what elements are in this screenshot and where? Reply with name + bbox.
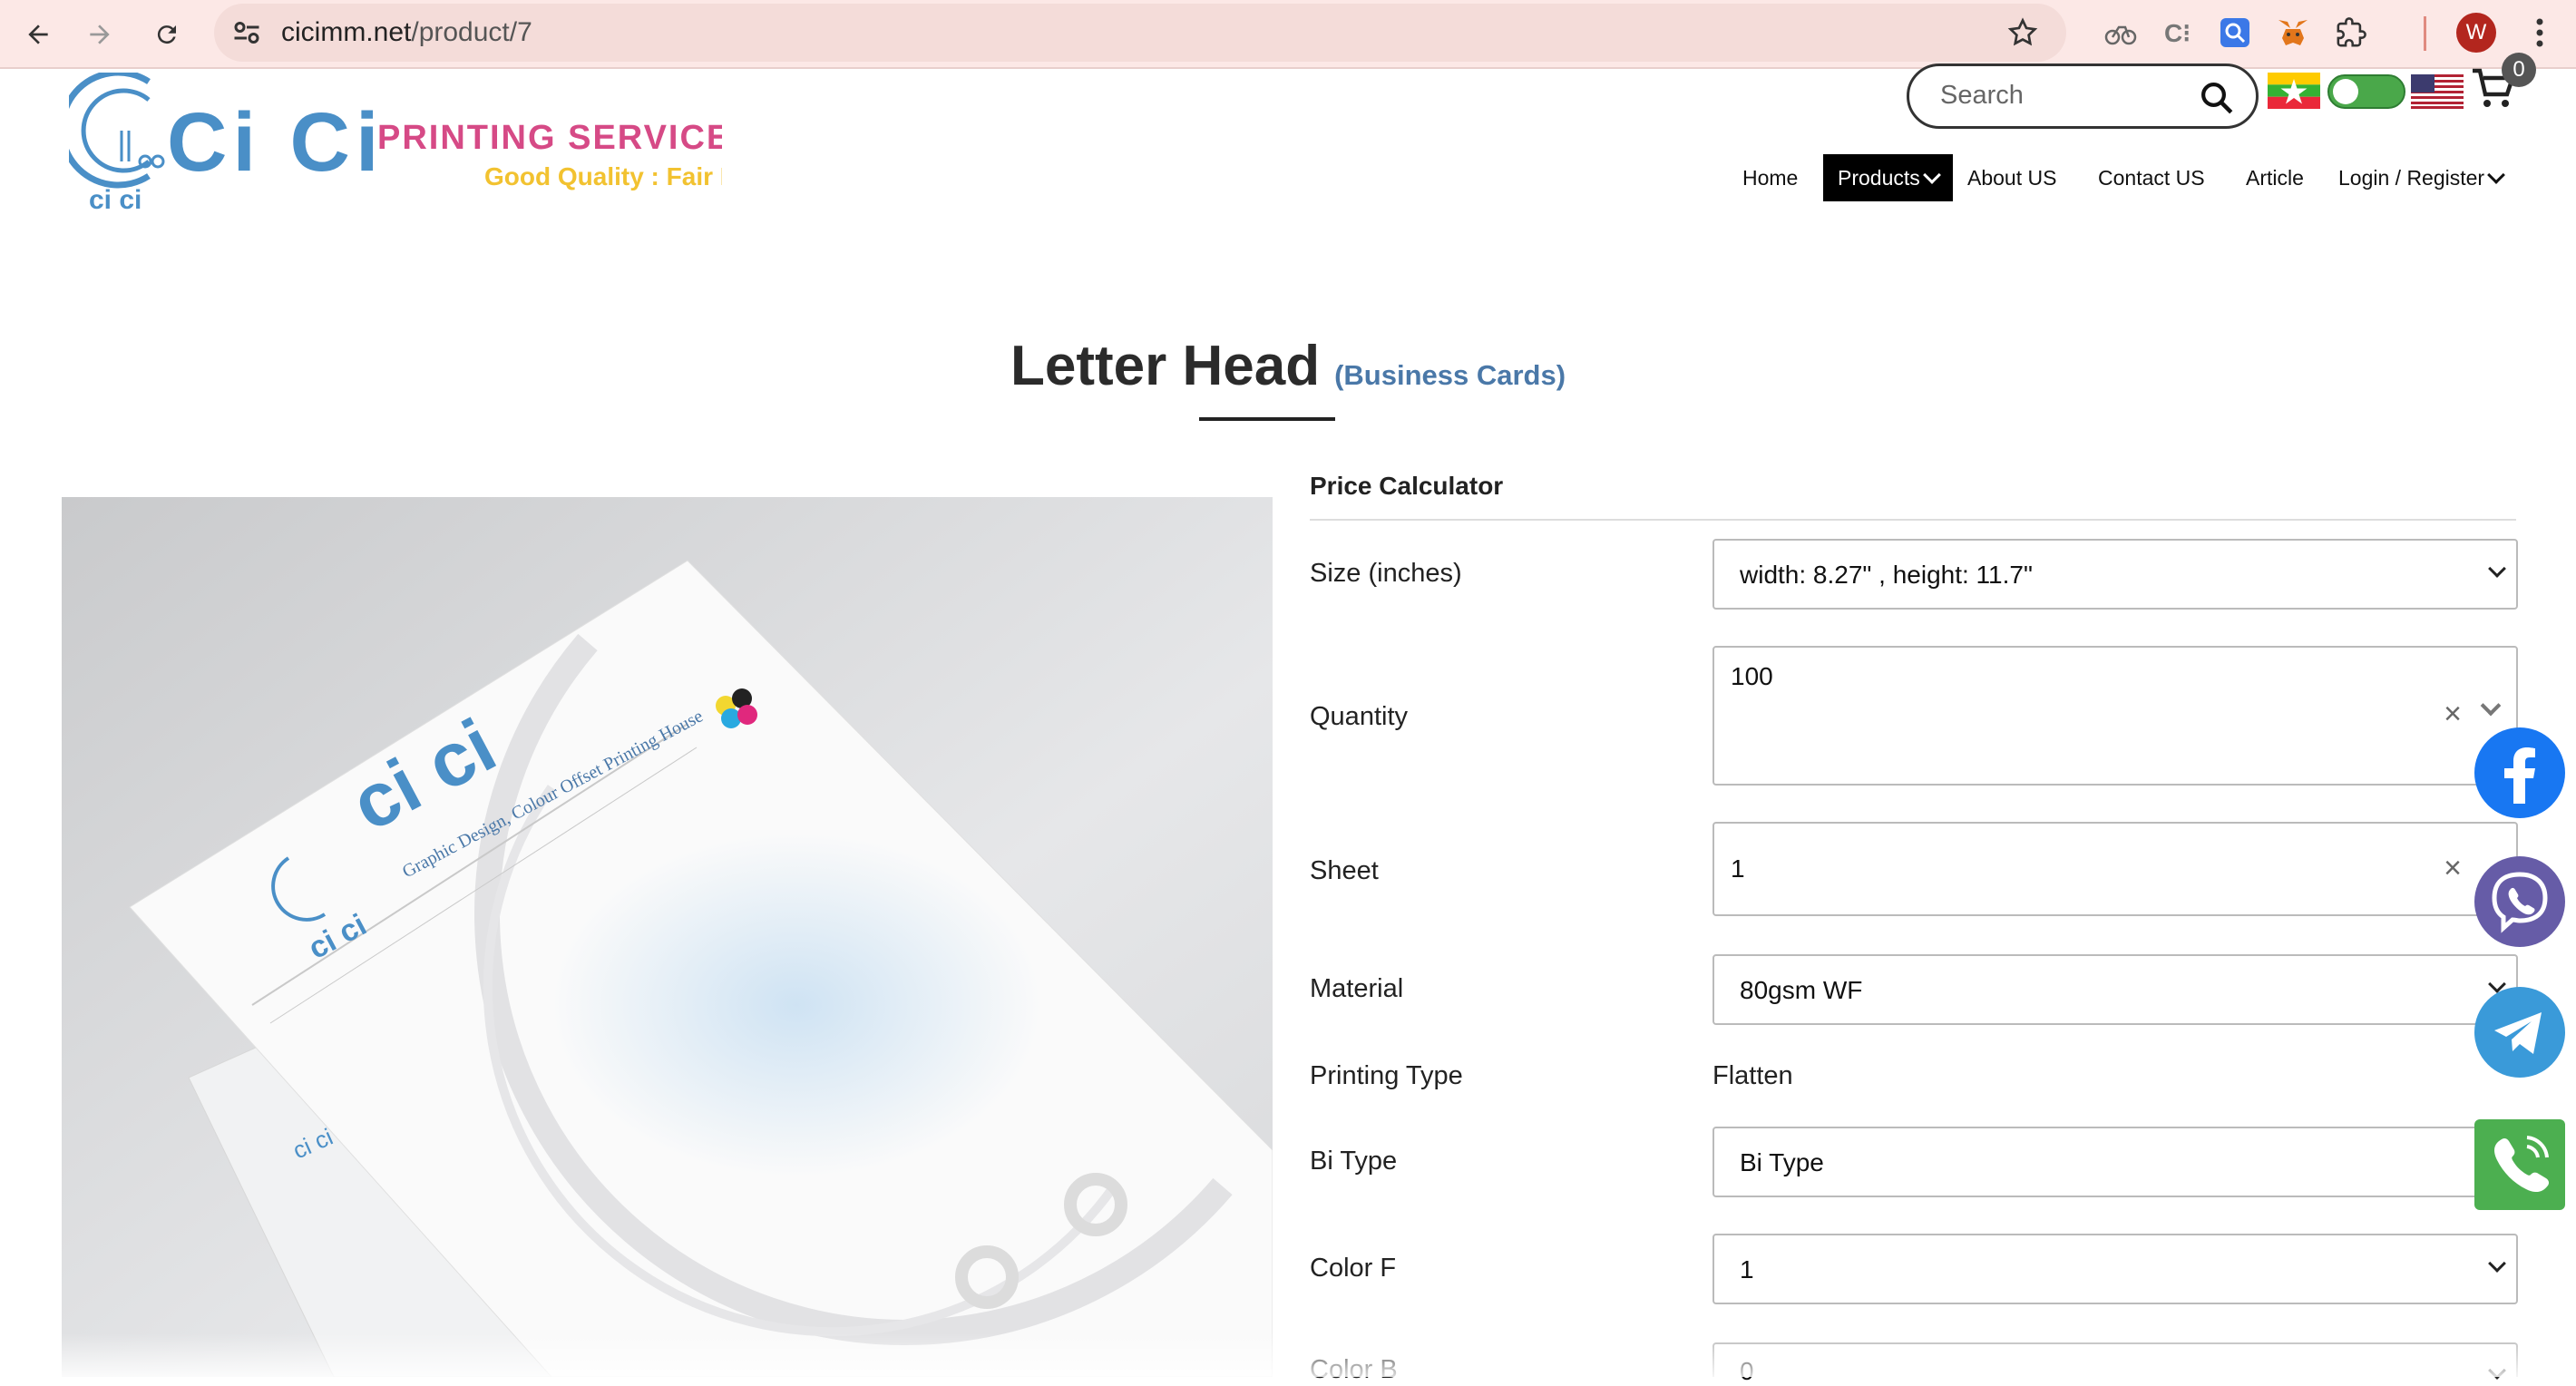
extensions-puzzle-icon[interactable] xyxy=(2331,13,2371,53)
sheet-label: Sheet xyxy=(1310,856,1379,885)
logo-title: PRINTING SERVICES xyxy=(377,119,722,157)
quantity-value: 100 xyxy=(1731,662,1773,690)
language-toggle[interactable] xyxy=(2327,74,2405,109)
url-path: /product/7 xyxy=(411,17,532,47)
toolbar-divider xyxy=(2424,16,2426,51)
bi-type-label: Bi Type xyxy=(1310,1147,1398,1176)
nav-login-register[interactable]: Login / Register xyxy=(2338,154,2505,201)
nav-products[interactable]: Products xyxy=(1823,154,1953,201)
color-f-label: Color F xyxy=(1310,1254,1397,1283)
color-b-value: 0 xyxy=(1740,1357,1754,1385)
browser-menu-icon[interactable] xyxy=(2520,13,2560,53)
site-settings-icon[interactable] xyxy=(230,16,263,49)
product-title-block: Letter Head (Business Cards) xyxy=(0,334,2576,398)
product-title: Letter Head xyxy=(1010,335,1321,397)
printing-type-label: Printing Type xyxy=(1310,1061,1463,1090)
logo-small-text: ci ci xyxy=(89,185,141,215)
us-flag-icon[interactable] xyxy=(2411,74,2464,109)
chevron-down-icon xyxy=(2488,560,2506,578)
address-bar[interactable]: cicimm.net/product/7 xyxy=(214,4,2066,62)
material-label: Material xyxy=(1310,974,1404,1003)
size-select[interactable]: width: 8.27" , height: 11.7" xyxy=(1712,539,2518,610)
site-logo[interactable]: ci ci Ci Ci PRINTING SERVICES Good Quali… xyxy=(58,69,782,218)
phone-call-icon[interactable] xyxy=(2474,1119,2565,1210)
letterhead-mockup: ci ci ci ci ci ci Graphic Design, Colour… xyxy=(62,497,1273,1377)
chevron-down-icon xyxy=(1922,166,1941,184)
product-image: ci ci ci ci ci ci Graphic Design, Colour… xyxy=(62,497,1273,1377)
svg-text:C⁝: C⁝ xyxy=(2164,19,2191,47)
title-underline xyxy=(1199,417,1335,421)
color-b-select[interactable]: 0 xyxy=(1712,1342,2518,1385)
color-b-label: Color B xyxy=(1310,1355,1398,1384)
material-select[interactable]: 80gsm WF xyxy=(1712,954,2518,1025)
clear-icon[interactable]: × xyxy=(2444,698,2462,729)
search-placeholder: Search xyxy=(1940,81,2024,110)
quantity-combobox[interactable]: 100 × xyxy=(1712,646,2518,786)
facebook-icon[interactable] xyxy=(2474,727,2565,818)
back-button[interactable] xyxy=(11,7,65,62)
sheet-value: 1 xyxy=(1731,854,1745,883)
extension-cici-icon[interactable]: C⁝ xyxy=(2159,13,2199,53)
metamask-fox-icon[interactable] xyxy=(2273,13,2313,53)
reload-icon xyxy=(157,25,176,44)
nav-home[interactable]: Home xyxy=(1742,154,1798,201)
nav-article[interactable]: Article xyxy=(2246,154,2304,201)
search-box[interactable]: Search xyxy=(1907,63,2259,129)
search-icon[interactable] xyxy=(2198,79,2236,117)
bi-type-select[interactable]: Bi Type xyxy=(1712,1127,2518,1197)
logo-tagline: Good Quality : Fair Price xyxy=(484,162,722,190)
forward-arrow-icon xyxy=(90,24,110,44)
chevron-down-icon xyxy=(2487,166,2505,184)
printing-type-value: Flatten xyxy=(1712,1061,1793,1090)
color-f-select[interactable]: 1 xyxy=(1712,1234,2518,1304)
size-label: Size (inches) xyxy=(1310,559,1462,588)
cart-count-badge: 0 xyxy=(2502,53,2536,87)
calculator-heading: Price Calculator xyxy=(1310,472,1504,500)
nav-contact-us[interactable]: Contact US xyxy=(2098,154,2205,201)
reload-button[interactable] xyxy=(140,7,194,62)
logo-big-text: Ci Ci xyxy=(167,96,385,189)
bookmark-star-icon[interactable] xyxy=(2006,16,2039,49)
clear-icon[interactable]: × xyxy=(2444,853,2462,883)
url-domain: cicimm.net xyxy=(281,17,412,47)
extension-cycle-icon[interactable] xyxy=(2101,13,2141,53)
profile-avatar[interactable]: W xyxy=(2456,13,2496,53)
telegram-icon[interactable] xyxy=(2474,987,2565,1078)
forward-button[interactable] xyxy=(73,7,127,62)
back-arrow-icon xyxy=(28,24,48,44)
chevron-down-icon[interactable] xyxy=(2480,695,2502,717)
browser-toolbar: cicimm.net/product/7 C⁝ W xyxy=(0,0,2576,69)
bi-type-value: Bi Type xyxy=(1740,1148,1824,1176)
quantity-label: Quantity xyxy=(1310,702,1408,731)
myanmar-flag-icon[interactable] xyxy=(2268,73,2320,109)
chevron-down-icon xyxy=(2488,1254,2506,1273)
nav-login-register-label: Login / Register xyxy=(2338,166,2485,190)
size-value: width: 8.27" , height: 11.7" xyxy=(1740,561,2033,589)
calculator-divider xyxy=(1310,519,2516,521)
viber-icon[interactable] xyxy=(2474,856,2565,947)
material-value: 80gsm WF xyxy=(1740,976,1863,1004)
extension-search-icon[interactable] xyxy=(2215,13,2255,53)
cici-logo-mark: ci ci Ci Ci PRINTING SERVICES Good Quali… xyxy=(58,69,782,215)
nav-about-us[interactable]: About US xyxy=(1967,154,2056,201)
sheet-combobox[interactable]: 1 × xyxy=(1712,822,2518,916)
nav-products-label: Products xyxy=(1838,166,1920,190)
product-category[interactable]: (Business Cards) xyxy=(1334,359,1566,391)
url-text: cicimm.net/product/7 xyxy=(281,15,532,51)
color-f-value: 1 xyxy=(1740,1255,1754,1284)
